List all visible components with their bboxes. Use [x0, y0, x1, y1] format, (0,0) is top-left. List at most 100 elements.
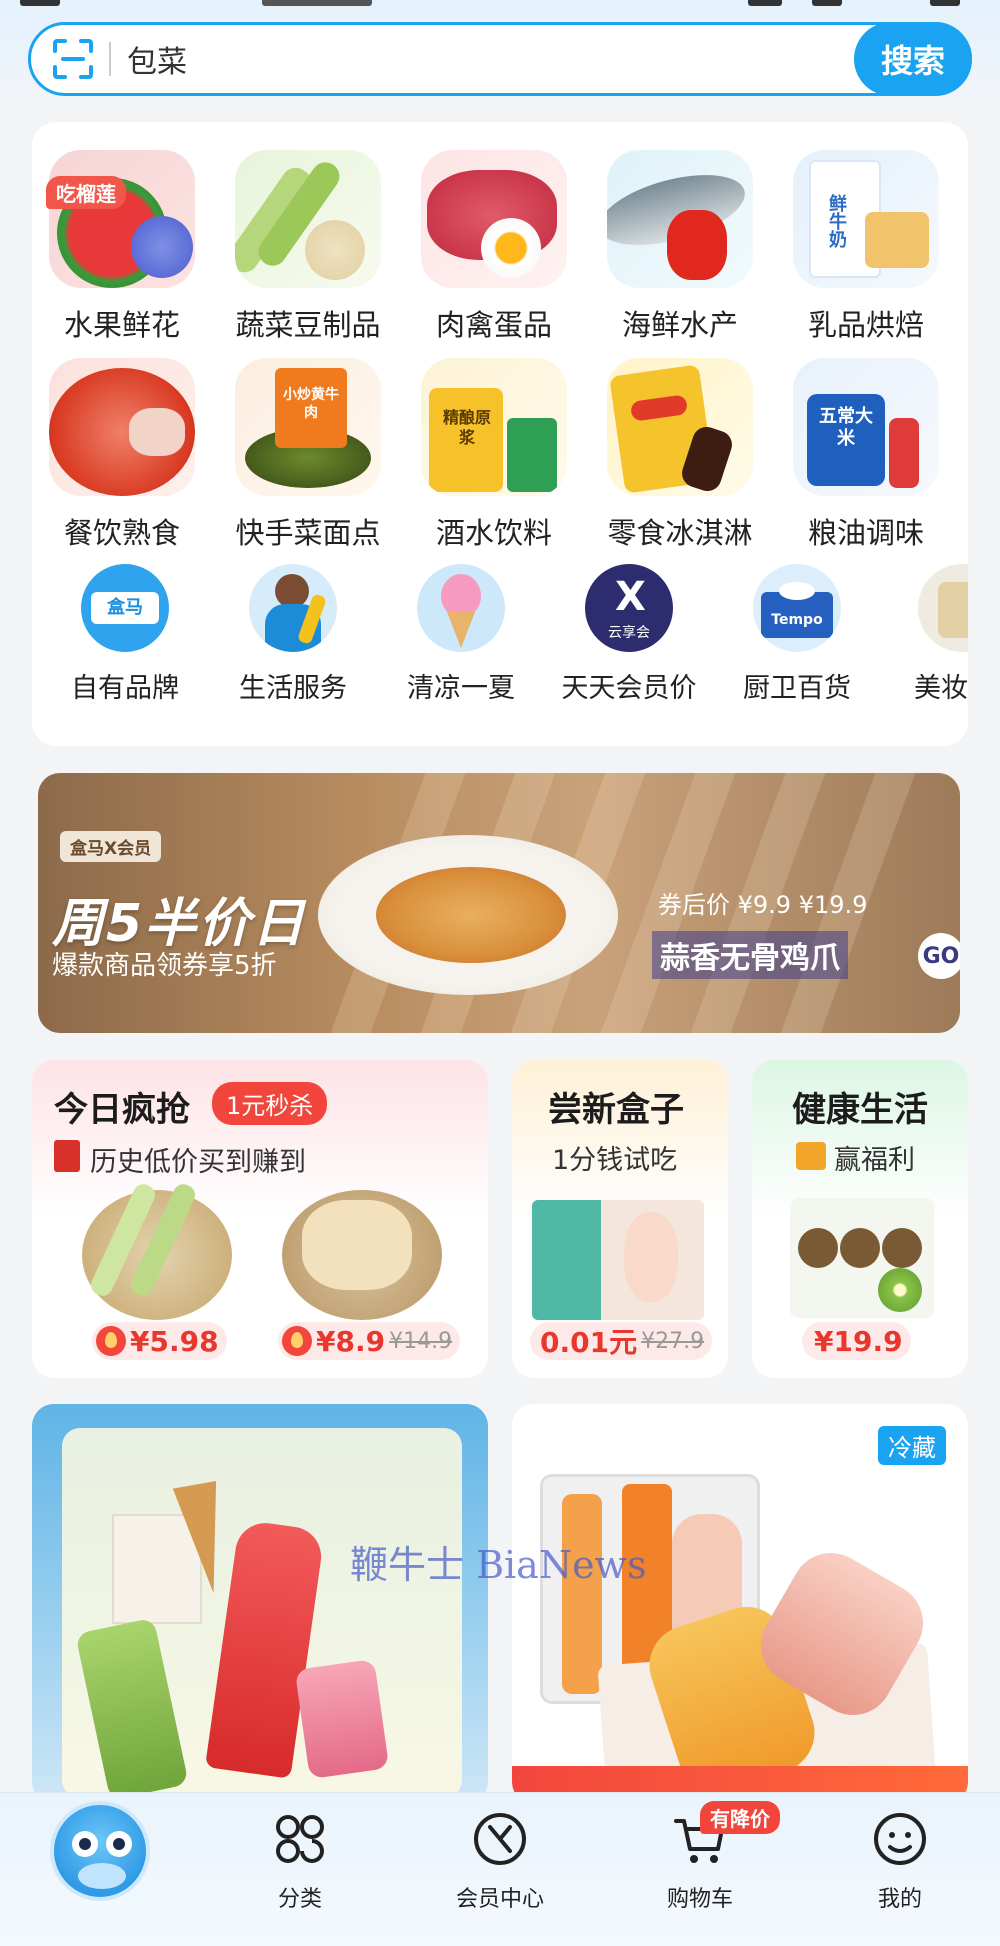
cart-price-drop-badge: 有降价: [700, 1801, 780, 1834]
category-fruit-flowers[interactable]: 吃榴莲 水果鲜花: [32, 150, 212, 344]
flash-sale-title: 今日疯抢: [54, 1090, 190, 1130]
category-life-services[interactable]: 生活服务: [208, 564, 378, 705]
category-grid: 吃榴莲 水果鲜花 蔬菜豆制品 肉禽蛋品 海鲜水产 鲜牛奶 乳品烘焙 餐饮熟食 小…: [32, 122, 968, 746]
fire-icon: [282, 1326, 312, 1356]
banner-brand-tag: 盒马X会员: [60, 831, 162, 862]
durian-badge: 吃榴莲: [46, 176, 126, 209]
category-label: 自有品牌: [71, 673, 179, 704]
category-label: 快手菜面点: [235, 516, 381, 550]
quick-dish-icon: 小炒黄牛肉: [235, 358, 381, 496]
trial-box-card[interactable]: 尝新盒子 1分钱试吃 0.01元 ¥27.9: [512, 1060, 728, 1378]
cleaner-service-icon: [249, 564, 337, 652]
tab-label: 购物车: [666, 1887, 733, 1912]
gift-icon: [796, 1142, 826, 1170]
category-deli[interactable]: 餐饮熟食: [32, 358, 212, 552]
category-label: 肉禽蛋品: [435, 308, 552, 342]
milk-carton-text: 鲜牛奶: [826, 194, 847, 248]
category-label: 蔬菜豆制品: [235, 308, 381, 342]
lotus-root-product-image[interactable]: [282, 1190, 442, 1320]
category-quick-meals[interactable]: 小炒黄牛肉 快手菜面点: [218, 358, 398, 552]
hippo-mascot-icon[interactable]: [50, 1801, 150, 1901]
tissue-brand-text: Tempo: [771, 612, 823, 628]
profile-smile-icon: [872, 1811, 928, 1867]
category-own-brand[interactable]: 盒马 自有品牌: [40, 564, 210, 705]
category-grain-oil[interactable]: 五常大米 粮油调味: [776, 358, 956, 552]
eye-mask-product-image[interactable]: [532, 1200, 704, 1320]
banner-price: 券后价 ¥9.9 ¥19.9: [658, 891, 868, 919]
tab-profile[interactable]: 我的: [830, 1811, 970, 1913]
tissue-icon: Tempo: [753, 564, 841, 652]
flash-sale-subtitle: 历史低价买到赚到: [90, 1147, 306, 1178]
red-envelope-icon: [54, 1140, 80, 1172]
dish-pack-text: 小炒黄牛肉: [283, 387, 339, 421]
tab-category[interactable]: 分类: [230, 1811, 370, 1913]
beverage-icon: 精酿原浆: [421, 358, 567, 496]
fire-icon: [96, 1326, 126, 1356]
member-center-icon: [472, 1811, 528, 1867]
kiwi-product-image[interactable]: [790, 1198, 934, 1318]
category-beverages[interactable]: 精酿原浆 酒水饮料: [404, 358, 584, 552]
tab-member-center[interactable]: 会员中心: [430, 1811, 570, 1913]
category-kitchen-bath[interactable]: Tempo 厨卫百货: [712, 564, 882, 705]
category-cosmetics[interactable]: 美妆: [880, 564, 968, 705]
trial-price: 0.01元 ¥27.9: [530, 1322, 713, 1360]
trial-box-subtitle: 1分钱试吃: [552, 1145, 678, 1176]
category-label: 粮油调味: [807, 516, 924, 550]
healthy-living-title: 健康生活: [792, 1090, 928, 1130]
category-label: 乳品烘焙: [807, 308, 924, 342]
ice-cream-cone-icon: [417, 564, 505, 652]
category-snacks[interactable]: 零食冰淇淋: [590, 358, 770, 552]
vegetable-icon: [235, 150, 381, 288]
beer-can-text: 精酿原浆: [442, 408, 491, 447]
category-label: 酒水饮料: [435, 516, 552, 550]
category-label: 餐饮熟食: [63, 516, 180, 550]
category-seafood[interactable]: 海鲜水产: [590, 150, 770, 344]
chilled-tag: 冷藏: [878, 1426, 946, 1465]
member-x-icon: X 云享会: [585, 564, 673, 652]
category-grid-icon: [272, 1811, 328, 1867]
drinks-feature-card[interactable]: [32, 1404, 488, 1804]
category-label: 水果鲜花: [63, 308, 180, 342]
banner-product-name: 蒜香无骨鸡爪: [652, 931, 848, 979]
milk-bread-icon: 鲜牛奶: [793, 150, 939, 288]
category-member-price[interactable]: X 云享会 天天会员价: [544, 564, 714, 705]
healthy-living-card[interactable]: 健康生活 赢福利 ¥19.9: [752, 1060, 968, 1378]
search-button[interactable]: 搜索: [854, 22, 972, 96]
category-dairy-bakery[interactable]: 鲜牛奶 乳品烘焙: [776, 150, 956, 344]
category-label: 厨卫百货: [743, 673, 851, 704]
cosmetics-icon: [918, 564, 968, 652]
scan-icon[interactable]: [51, 37, 95, 81]
banner-dish-image: [318, 835, 618, 995]
meat-egg-icon: [421, 150, 567, 288]
bottom-tab-bar: 分类 会员中心 购物车 有降价 我的: [0, 1792, 1000, 1946]
search-bar[interactable]: 搜索: [28, 22, 972, 96]
category-label: 零食冰淇淋: [607, 516, 753, 550]
tab-label: 分类: [277, 1887, 322, 1912]
flash-price-1: ¥5.98: [92, 1322, 227, 1360]
promo-banner[interactable]: 盒马X会员 周5半价日 爆款商品领券享5折 券后价 ¥9.9 ¥19.9 蒜香无…: [38, 773, 960, 1033]
hema-brand-icon: 盒马: [81, 564, 169, 652]
tab-label: 我的: [877, 1887, 922, 1912]
flash-sale-card[interactable]: 今日疯抢 1元秒杀 历史低价买到赚到 ¥5.98 ¥8.9 ¥14.9: [32, 1060, 488, 1378]
rice-bag-text: 五常大米: [819, 406, 873, 449]
category-label: 美妆: [914, 673, 968, 704]
seafood-icon: [607, 150, 753, 288]
category-vegetables[interactable]: 蔬菜豆制品: [218, 150, 398, 344]
category-label: 天天会员价: [561, 673, 697, 704]
category-meat-eggs[interactable]: 肉禽蛋品: [404, 150, 584, 344]
crayfish-icon: [49, 358, 195, 496]
banner-go-button[interactable]: GO: [918, 933, 960, 979]
chilled-feature-card[interactable]: 冷藏: [512, 1404, 968, 1804]
search-divider: [109, 42, 111, 76]
category-label: 海鲜水产: [621, 308, 738, 342]
snack-icecream-icon: [607, 358, 753, 496]
healthy-living-subtitle: 赢福利: [834, 1145, 915, 1176]
tab-label: 会员中心: [455, 1887, 544, 1912]
leek-product-image[interactable]: [82, 1180, 232, 1320]
category-summer-cool[interactable]: 清凉一夏: [376, 564, 546, 705]
category-label: 生活服务: [239, 673, 347, 704]
watermelon-flower-icon: [49, 150, 195, 288]
flash-sale-badge: 1元秒杀: [212, 1082, 328, 1125]
search-input[interactable]: [127, 41, 969, 77]
category-label: 清凉一夏: [407, 673, 515, 704]
